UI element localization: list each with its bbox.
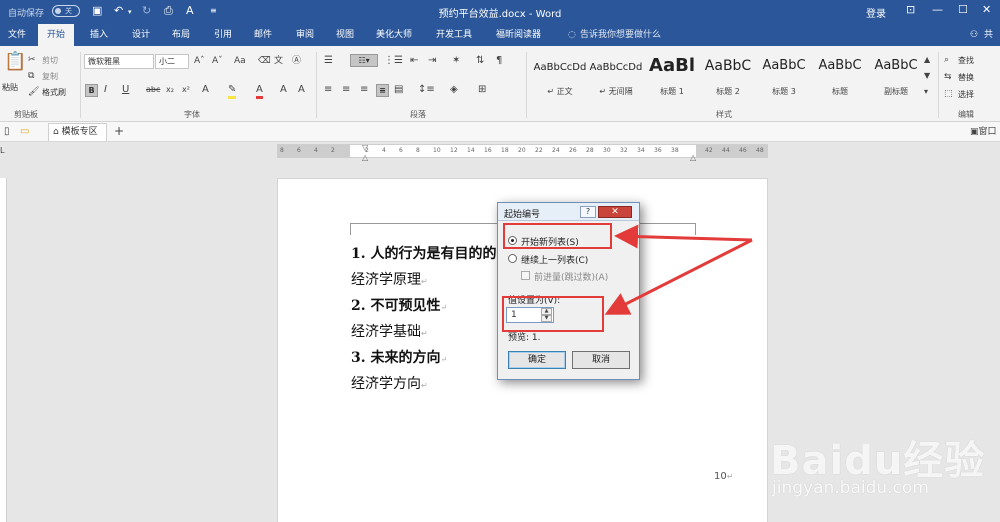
arrow-to-new-list — [614, 224, 753, 249]
baidu-watermark: Baidu经验 jingyan.baidu.com — [770, 428, 1000, 522]
word-window: 自动保存 关 ▣ ↶ ▾ ↻ ⎙ A ≡ 预约平台效益.docx - Word … — [0, 0, 1000, 522]
arrow-to-set-value — [604, 238, 753, 315]
watermark-site: jingyan.baidu.com — [772, 478, 929, 498]
